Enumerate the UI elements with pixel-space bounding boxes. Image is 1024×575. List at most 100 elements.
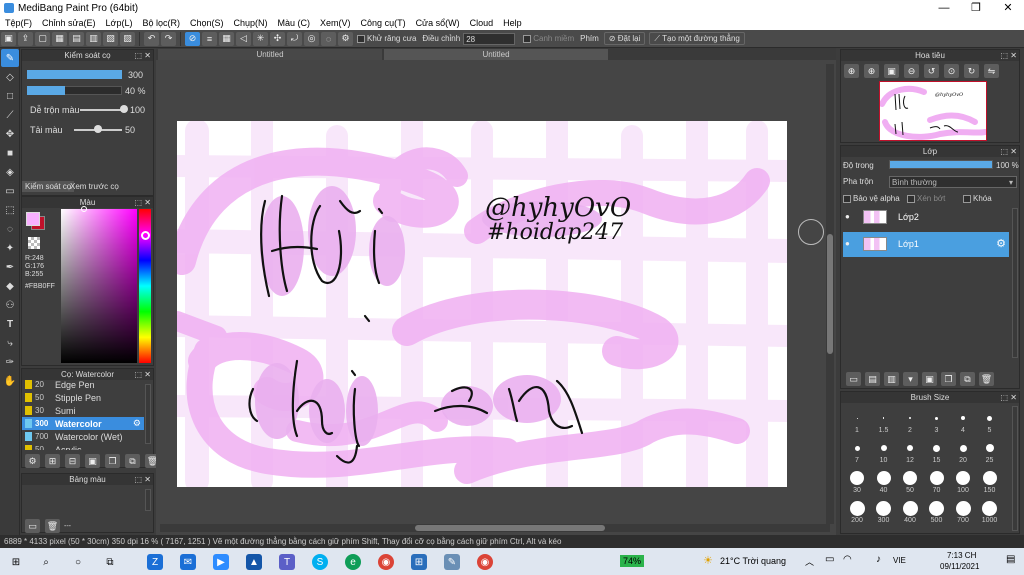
select-eraser-icon[interactable]: ◆ [1, 277, 19, 295]
brush-size-scrollbar[interactable] [1012, 406, 1018, 531]
fit-window-icon[interactable]: ▣ [884, 64, 899, 78]
menu-cloud[interactable]: Cloud [465, 18, 499, 28]
notepad-app-icon[interactable]: ✎ [444, 554, 460, 570]
canvas-vertical-scrollbar[interactable] [826, 64, 834, 524]
perspective-snap-icon[interactable]: ◁ [236, 31, 251, 46]
layer-menu-icon[interactable]: ▾ [903, 372, 918, 386]
brush-size-option[interactable]: 5 [978, 410, 1002, 434]
menu-layer[interactable]: Lớp(L) [101, 18, 138, 28]
notification-icon[interactable]: ▤ [1006, 554, 1015, 565]
rotate-left-icon[interactable]: ↺ [924, 64, 939, 78]
layout-icon[interactable]: ▨ [120, 31, 135, 46]
weather-text[interactable]: 21°C Trời quang [720, 556, 786, 566]
delete-layer-icon[interactable]: 🗑 [979, 372, 994, 386]
tab-document-1[interactable]: Untitled [158, 49, 382, 60]
brush-size-slider[interactable] [27, 70, 122, 79]
create-line-button[interactable]: ⟋ Tạo một đường thẳng [649, 32, 745, 45]
radial-snap-icon[interactable]: ✳ [253, 31, 268, 46]
menu-window[interactable]: Cửa sổ(W) [411, 18, 465, 28]
brush-size-option[interactable]: 700 [951, 500, 975, 524]
line-tool-icon[interactable]: ⟋ [1, 106, 19, 124]
brush-size-option[interactable]: 1000 [978, 500, 1002, 524]
layer-opacity-slider[interactable] [890, 161, 992, 168]
windows-start-icon[interactable]: ⊞ [8, 554, 24, 570]
store-app-icon[interactable]: ⊞ [411, 554, 427, 570]
settings-snap-icon[interactable]: ⚙ [338, 31, 353, 46]
brush-list-scrollbar[interactable] [145, 384, 151, 444]
lasso-tool-icon[interactable]: ◌ [1, 220, 19, 238]
edge-app-icon[interactable]: e [345, 554, 361, 570]
brush-size-option[interactable]: 20 [951, 440, 975, 464]
vertical-scroll-thumb[interactable] [827, 234, 833, 354]
brush-size-option[interactable]: 10 [872, 440, 896, 464]
brush-size-option[interactable]: 2 [898, 410, 922, 434]
language-indicator[interactable]: VIE [893, 556, 906, 565]
brush-size-option[interactable]: 4 [951, 410, 975, 434]
brush-duplicate-icon[interactable]: ⧉ [125, 454, 140, 468]
select-pen-icon[interactable]: ✒ [1, 258, 19, 276]
chrome-app-icon[interactable]: ◉ [378, 554, 394, 570]
reset-button[interactable]: ⊘ Đặt lại [603, 32, 646, 45]
color-saturation-square[interactable] [61, 209, 137, 363]
save-icon[interactable]: ▤ [69, 31, 84, 46]
brush-size-option[interactable]: 30 [845, 470, 869, 494]
brush-list-item[interactable]: 50 Stipple Pen [22, 391, 144, 404]
navigator-thumbnail[interactable]: @hyhyOvO [879, 81, 987, 141]
blend-mode-select[interactable]: Bình thường ▾ [889, 176, 1017, 188]
menu-view[interactable]: Xem(V) [315, 18, 356, 28]
brush-size-option[interactable]: 300 [872, 500, 896, 524]
layer-row[interactable]: ● Lớp2 [843, 205, 1009, 230]
mix-slider-knob[interactable] [120, 105, 128, 113]
menu-tools[interactable]: Công cụ(T) [356, 18, 411, 28]
brush-settings-icon[interactable]: ⚙ [25, 454, 40, 468]
text-tool-icon[interactable]: T [1, 315, 19, 333]
palette-delete-icon[interactable]: 🗑 [45, 519, 60, 533]
gradient-tool-icon[interactable]: ▭ [1, 182, 19, 200]
brush-size-option[interactable]: 40 [872, 470, 896, 494]
clipping-checkbox[interactable] [907, 194, 915, 203]
panel-close-icon[interactable]: ⬚ ✕ [135, 474, 151, 485]
brush-size-option[interactable]: 1.5 [872, 410, 896, 434]
teams-app-icon[interactable]: T [279, 554, 295, 570]
brush-add-icon[interactable]: ⊞ [45, 454, 60, 468]
palette-scrollbar[interactable] [145, 489, 151, 511]
brush-folder-icon[interactable]: ▣ [85, 454, 100, 468]
bucket-tool-icon[interactable]: ◈ [1, 163, 19, 181]
panel-close-icon[interactable]: ⬚ ✕ [135, 50, 151, 61]
select-tool-icon[interactable]: ⬚ [1, 201, 19, 219]
search-icon[interactable]: ⌕ [38, 554, 54, 570]
horizontal-scroll-thumb[interactable] [415, 525, 605, 531]
add-layer-icon[interactable]: ▭ [846, 372, 861, 386]
layer-visibility-icon[interactable]: ● [845, 239, 850, 248]
brush-size-option[interactable]: 150 [978, 470, 1002, 494]
brush-list-item[interactable]: 30 Sumi [22, 404, 144, 417]
page-icon[interactable]: ▥ [86, 31, 101, 46]
clock-date[interactable]: 09/11/2021 [940, 562, 979, 571]
add-8bit-layer-icon[interactable]: ▥ [884, 372, 899, 386]
cortana-icon[interactable]: ○ [70, 554, 86, 570]
battery-badge[interactable]: 74% [620, 555, 645, 567]
brush-size-option[interactable]: 15 [925, 440, 949, 464]
brush-tool-icon[interactable]: ✎ [1, 49, 19, 67]
hand-tool-icon[interactable]: ✋ [1, 372, 19, 390]
drawing-canvas[interactable]: @hyhyOvO #hoidap247 Hỏichịem [177, 121, 787, 487]
brush-size-option[interactable]: 12 [898, 440, 922, 464]
zoom-fit-icon[interactable]: ⊕ [864, 64, 879, 78]
brush-list-item[interactable]: 700 Watercolor (Wet) [22, 430, 144, 443]
clock-time[interactable]: 7:13 CH [947, 551, 976, 560]
panel-close-icon[interactable]: ⬚ ✕ [135, 369, 151, 380]
palette-add-icon[interactable]: ▭ [25, 519, 40, 533]
brush-size-option[interactable]: 200 [845, 500, 869, 524]
brush-size-option[interactable]: 25 [978, 440, 1002, 464]
snap-off-icon[interactable]: ⊘ [185, 31, 200, 46]
minimize-button[interactable]: — [928, 0, 960, 16]
edge-checkbox[interactable] [523, 34, 532, 43]
grid-icon[interactable]: ▦ [52, 31, 67, 46]
antialias-checkbox[interactable] [357, 34, 365, 43]
protect-alpha-checkbox[interactable] [843, 194, 851, 203]
menu-color[interactable]: Màu (C) [273, 18, 316, 28]
brush-list-item[interactable]: 300 Watercolor ⚙ [22, 417, 144, 430]
vanish-snap-icon[interactable]: ✣ [270, 31, 285, 46]
canvas-horizontal-scrollbar[interactable] [160, 524, 830, 532]
eyedropper-tool-icon[interactable]: ✑ [1, 353, 19, 371]
